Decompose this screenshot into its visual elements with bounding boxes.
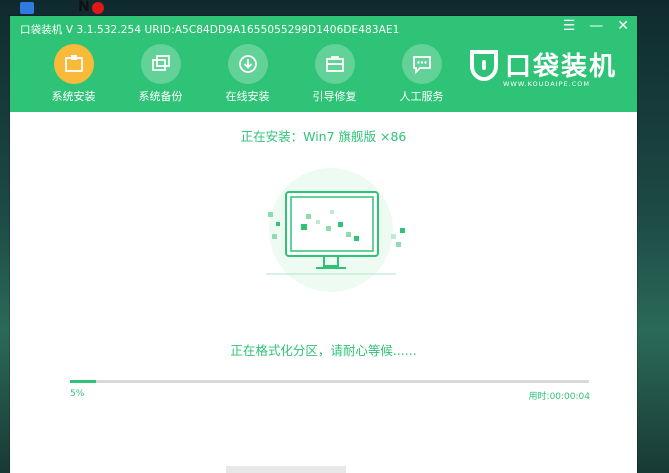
brand-name: 口袋装机 xyxy=(504,52,617,82)
desktop-app-icon[interactable]: N xyxy=(78,0,90,15)
nav-item-manual-service[interactable]: 人工服务 xyxy=(378,44,465,104)
nav-item-system-install[interactable]: 系统安装 xyxy=(30,44,117,104)
window-controls: ☰ — ✕ xyxy=(563,18,629,34)
nav-item-system-backup[interactable]: 系统备份 xyxy=(117,44,204,104)
minimize-button[interactable]: — xyxy=(589,18,603,34)
nav-label: 系统安装 xyxy=(51,90,96,103)
desktop-badge-icon xyxy=(92,2,104,14)
nav-label: 引导修复 xyxy=(312,90,357,103)
main-nav: 系统安装 系统备份 在线安装 引导修复 人工服务 xyxy=(30,44,465,104)
close-button[interactable]: ✕ xyxy=(617,18,629,34)
chat-icon xyxy=(401,44,442,84)
nav-label: 在线安装 xyxy=(225,90,270,103)
progress-fill xyxy=(70,380,96,383)
brand-logo: 口袋装机 WWW.KOUDAIPE.COM xyxy=(469,46,617,88)
install-status: 正在格式化分区，请耐心等候...... xyxy=(230,343,417,358)
backup-icon xyxy=(140,44,181,84)
monitor-illustration-icon xyxy=(266,168,405,292)
progress-bar xyxy=(70,380,589,383)
nav-label: 系统备份 xyxy=(138,90,183,103)
desktop-icon[interactable] xyxy=(20,2,34,14)
nav-label: 人工服务 xyxy=(399,90,444,103)
install-panel: 正在安装：Win7 旗舰版 ×86 正在格式化分区，请耐心等候...... 5%… xyxy=(10,112,637,473)
nav-item-online-install[interactable]: 在线安装 xyxy=(204,44,291,104)
elapsed-time: 用时:00:00:04 xyxy=(528,392,590,402)
brand-logo-icon xyxy=(469,49,498,81)
progress-percent: 5% xyxy=(70,389,85,399)
window-title: 口袋装机 V 3.1.532.254 URID:A5C84DD9A1655055… xyxy=(20,24,400,36)
title-bar: 口袋装机 V 3.1.532.254 URID:A5C84DD9A1655055… xyxy=(10,16,637,112)
brand-url: WWW.KOUDAIPE.COM xyxy=(502,80,590,88)
menu-button[interactable]: ☰ xyxy=(563,18,576,34)
online-install-icon xyxy=(227,44,268,84)
nav-item-boot-repair[interactable]: 引导修复 xyxy=(291,44,378,104)
boot-repair-icon xyxy=(314,44,355,84)
taskbar-fragment xyxy=(226,466,346,473)
install-title: 正在安装：Win7 旗舰版 ×86 xyxy=(240,129,407,144)
install-icon xyxy=(53,44,94,84)
installer-window: 口袋装机 V 3.1.532.254 URID:A5C84DD9A1655055… xyxy=(10,16,637,473)
